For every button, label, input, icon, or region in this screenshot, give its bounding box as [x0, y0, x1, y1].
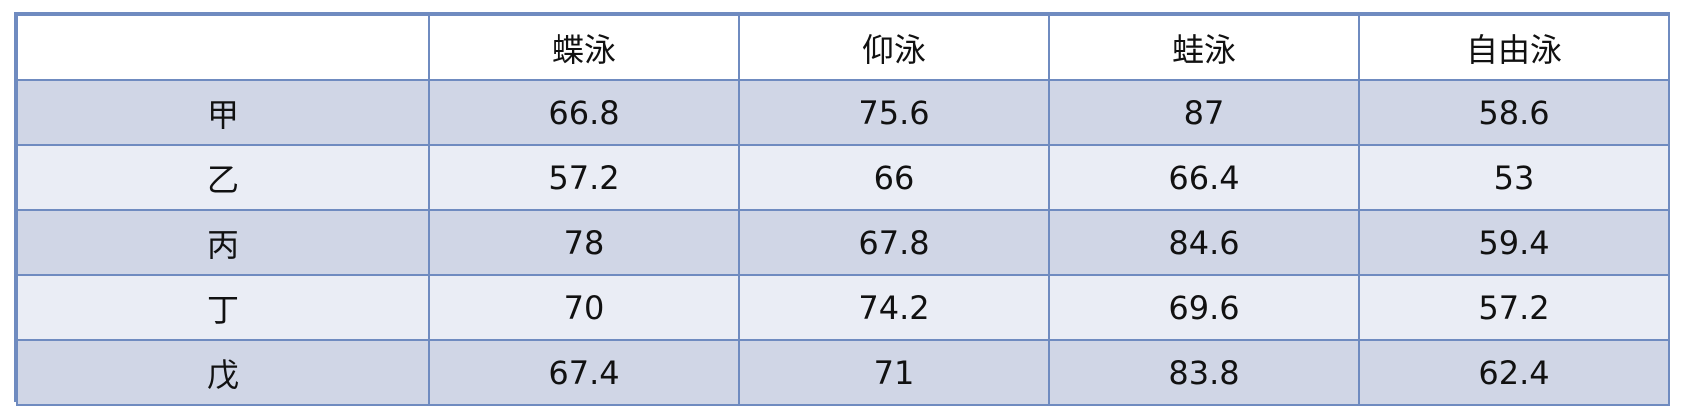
table-cell: 57.2	[428, 144, 740, 211]
column-header-breaststroke: 蛙泳	[1048, 14, 1360, 81]
table-cell: 66.8	[428, 79, 740, 146]
row-label: 乙	[16, 144, 430, 211]
column-header-backstroke: 仰泳	[738, 14, 1050, 81]
row-label: 甲	[16, 79, 430, 146]
row-label: 戊	[16, 339, 430, 406]
header-row: 蝶泳 仰泳 蛙泳 自由泳	[16, 14, 1670, 81]
table-cell: 59.4	[1358, 209, 1670, 276]
table-cell: 74.2	[738, 274, 1050, 341]
table-cell: 69.6	[1048, 274, 1360, 341]
row-label: 丙	[16, 209, 430, 276]
row-label: 丁	[16, 274, 430, 341]
table-cell: 66	[738, 144, 1050, 211]
table-cell: 87	[1048, 79, 1360, 146]
table-row: 乙 57.2 66 66.4 53	[16, 144, 1670, 211]
table-cell: 53	[1358, 144, 1670, 211]
table-cell: 83.8	[1048, 339, 1360, 406]
table-cell: 70	[428, 274, 740, 341]
table-cell: 57.2	[1358, 274, 1670, 341]
table-row: 丁 70 74.2 69.6 57.2	[16, 274, 1670, 341]
table-cell: 75.6	[738, 79, 1050, 146]
table-cell: 62.4	[1358, 339, 1670, 406]
table-row: 甲 66.8 75.6 87 58.6	[16, 79, 1670, 146]
table-cell: 66.4	[1048, 144, 1360, 211]
table-row: 戊 67.4 71 83.8 62.4	[16, 339, 1670, 406]
swim-times-table: 蝶泳 仰泳 蛙泳 自由泳 甲 66.8 75.6 87 58.6 乙 57.2 …	[14, 12, 1670, 406]
column-header-freestyle: 自由泳	[1358, 14, 1670, 81]
table-row: 丙 78 67.8 84.6 59.4	[16, 209, 1670, 276]
table-cell: 67.8	[738, 209, 1050, 276]
table-cell: 71	[738, 339, 1050, 406]
table-cell: 78	[428, 209, 740, 276]
corner-cell	[16, 14, 430, 81]
table-cell: 58.6	[1358, 79, 1670, 146]
data-table: 蝶泳 仰泳 蛙泳 自由泳 甲 66.8 75.6 87 58.6 乙 57.2 …	[16, 14, 1670, 406]
column-header-butterfly: 蝶泳	[428, 14, 740, 81]
table-cell: 67.4	[428, 339, 740, 406]
table-cell: 84.6	[1048, 209, 1360, 276]
